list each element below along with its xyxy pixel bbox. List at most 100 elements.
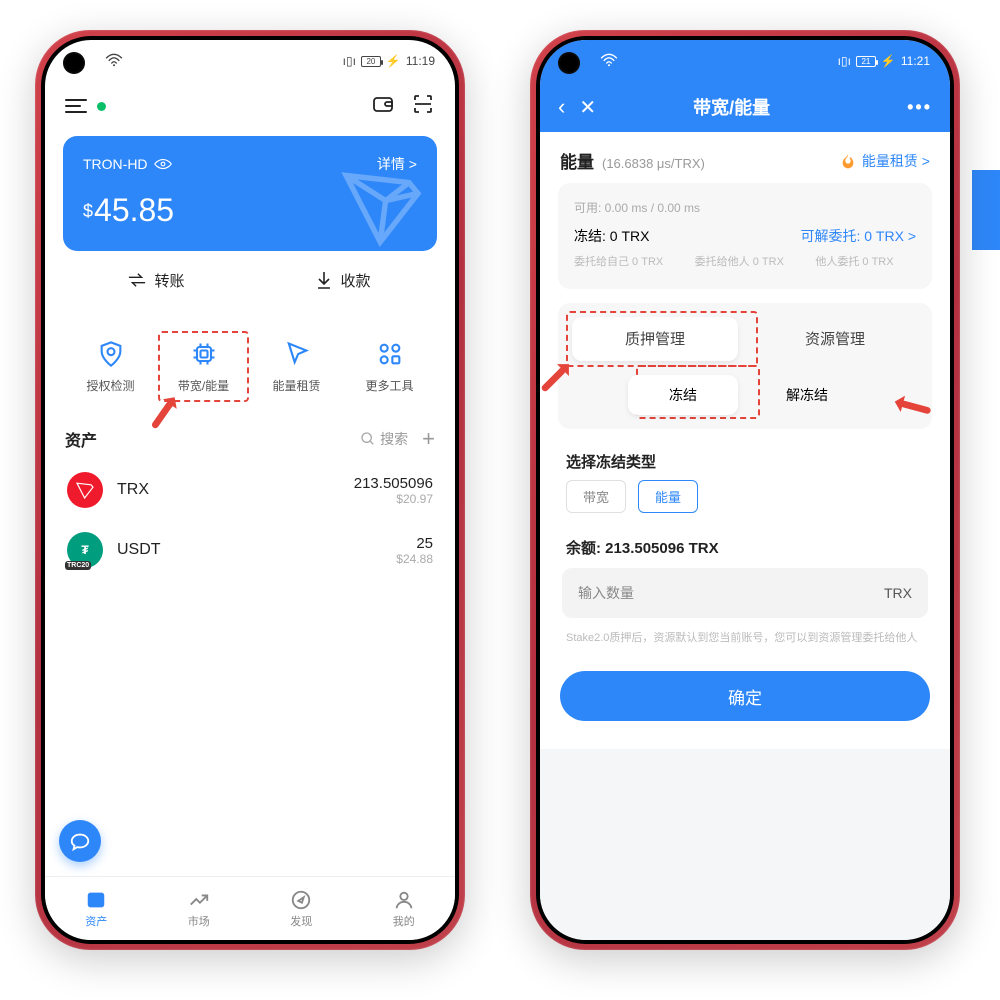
currency: $ <box>83 201 93 221</box>
wifi-icon <box>105 53 123 70</box>
tab-label: 资源管理 <box>805 328 865 349</box>
pointer-arrow-icon <box>540 359 574 393</box>
network-label: TRON-HD <box>83 156 148 172</box>
trx-icon <box>67 472 103 508</box>
section-header: 能量 (16.6838 μs/TRX) 能量租赁 > <box>540 132 950 183</box>
receive-label: 收款 <box>340 270 370 291</box>
balance-amount: 45.85 <box>94 192 174 228</box>
search-button[interactable]: 搜索 <box>360 429 408 449</box>
asset-row-usdt[interactable]: ₮TRC20 USDT 25 $24.88 <box>45 520 455 580</box>
confirm-button[interactable]: 确定 <box>560 671 930 721</box>
side-accent <box>972 170 1000 250</box>
search-label: 搜索 <box>380 429 408 449</box>
subtab-unfreeze[interactable]: 解冻结 <box>752 375 862 415</box>
nav-me[interactable]: 我的 <box>353 877 456 940</box>
tab-stake-manage[interactable]: 质押管理 <box>572 317 738 361</box>
energy-rate: (16.6838 μs/TRX) <box>602 156 705 171</box>
transfer-label: 转账 <box>154 270 184 291</box>
receive-button[interactable]: 收款 <box>250 251 437 309</box>
search-icon <box>360 431 376 447</box>
tool-label: 更多工具 <box>365 377 413 394</box>
battery-level: 20 <box>361 56 381 67</box>
back-button[interactable]: ‹ <box>558 94 565 120</box>
wifi-icon <box>600 53 618 70</box>
chart-icon <box>188 889 210 911</box>
asset-usd: $24.88 <box>396 552 433 566</box>
tab-label: 冻结 <box>669 385 697 405</box>
assets-icon <box>85 889 107 911</box>
shield-icon <box>96 339 126 369</box>
visibility-icon[interactable] <box>154 157 172 171</box>
nav-assets[interactable]: 资产 <box>45 877 148 940</box>
camera-hole <box>558 52 580 74</box>
grid-icon <box>375 339 405 369</box>
freeze-type-label: 选择冻结类型 <box>566 451 924 472</box>
nav-label: 市场 <box>188 913 210 929</box>
tool-auth-check[interactable]: 授权检测 <box>67 339 154 394</box>
asset-symbol: USDT <box>117 541 161 559</box>
phone-left: ı▯ı 20 ⚡ 11:19 TR <box>35 30 465 950</box>
wallet-icon[interactable] <box>371 92 395 121</box>
chip-bandwidth[interactable]: 带宽 <box>566 480 626 513</box>
assets-title: 资产 <box>65 427 97 451</box>
energy-label: 能量 <box>560 148 594 173</box>
bottom-nav: 资产 市场 发现 我的 <box>45 876 455 940</box>
scan-icon[interactable] <box>411 92 435 121</box>
col-self: 委托给自己 0 TRX <box>574 254 675 271</box>
tool-label: 能量租赁 <box>272 377 320 394</box>
camera-hole <box>63 52 85 74</box>
rent-link-text: 能量租赁 > <box>862 151 930 171</box>
battery-level: 21 <box>856 56 876 67</box>
status-dot <box>97 102 106 111</box>
page-title: 带宽/能量 <box>570 94 893 120</box>
tool-grid: 授权检测 带宽/能量 能量租赁 更多工具 <box>63 325 437 408</box>
tool-bandwidth-energy[interactable]: 带宽/能量 <box>160 339 247 394</box>
rent-link[interactable]: 能量租赁 > <box>840 151 930 171</box>
input-suffix: TRX <box>884 585 912 601</box>
cursor-icon <box>282 339 312 369</box>
balance-prefix: 余额: <box>566 540 605 557</box>
status-bar: ı▯ı 20 ⚡ 11:19 <box>45 40 455 82</box>
clock: 11:19 <box>406 54 435 68</box>
fire-icon <box>840 153 856 169</box>
tool-energy-rent[interactable]: 能量租赁 <box>253 339 340 394</box>
nav-label: 资产 <box>85 913 107 929</box>
asset-usd: $20.97 <box>354 492 433 506</box>
asset-row-trx[interactable]: TRX 213.505096 $20.97 <box>45 460 455 520</box>
nav-market[interactable]: 市场 <box>148 877 251 940</box>
chip-energy[interactable]: 能量 <box>638 480 698 513</box>
delegate-link[interactable]: 可解委托: 0 TRX > <box>800 226 916 246</box>
management-toggle: 质押管理 资源管理 冻结 解冻结 <box>558 303 932 429</box>
phone-right: ı▯ı 21 ⚡ 11:21 ‹ ✕ 带宽/能量 ••• 能量 (16.6838… <box>530 30 960 950</box>
confirm-label: 确定 <box>728 684 762 709</box>
energy-summary-card: 可用: 0.00 ms / 0.00 ms 冻结: 0 TRX 可解委托: 0 … <box>558 183 932 289</box>
available-text: 可用: 0.00 ms / 0.00 ms <box>574 199 916 216</box>
pointer-arrow-icon <box>145 391 184 430</box>
col-others: 委托给他人 0 TRX <box>695 254 796 271</box>
stake-hint: Stake2.0质押后，资源默认到您当前账号，您可以到资源管理委托给他人 <box>566 630 924 648</box>
balance-card[interactable]: TRON-HD 详情 > $45.85 <box>63 136 437 251</box>
tron-logo-icon <box>337 161 427 251</box>
frozen-label: 冻结: 0 TRX <box>574 226 649 246</box>
chat-fab[interactable] <box>59 820 101 862</box>
app-topbar <box>45 82 455 130</box>
more-button[interactable]: ••• <box>907 97 932 118</box>
compass-icon <box>290 889 312 911</box>
menu-icon[interactable] <box>65 99 87 113</box>
nav-label: 发现 <box>290 913 312 929</box>
asset-amount: 213.505096 <box>354 475 433 492</box>
nav-discover[interactable]: 发现 <box>250 877 353 940</box>
tab-resource-manage[interactable]: 资源管理 <box>752 317 918 361</box>
asset-symbol: TRX <box>117 481 149 499</box>
add-asset-button[interactable]: + <box>422 426 435 452</box>
clock: 11:21 <box>901 54 930 68</box>
status-bar: ı▯ı 21 ⚡ 11:21 <box>540 40 950 82</box>
amount-input[interactable]: 输入数量 TRX <box>562 568 928 618</box>
usdt-icon: ₮TRC20 <box>67 532 103 568</box>
asset-amount: 25 <box>396 535 433 552</box>
col-from-others: 他人委托 0 TRX <box>815 254 916 271</box>
tx-actions: 转账 收款 <box>63 251 437 309</box>
tool-more[interactable]: 更多工具 <box>346 339 433 394</box>
transfer-button[interactable]: 转账 <box>63 251 250 309</box>
subtab-freeze[interactable]: 冻结 <box>628 375 738 415</box>
